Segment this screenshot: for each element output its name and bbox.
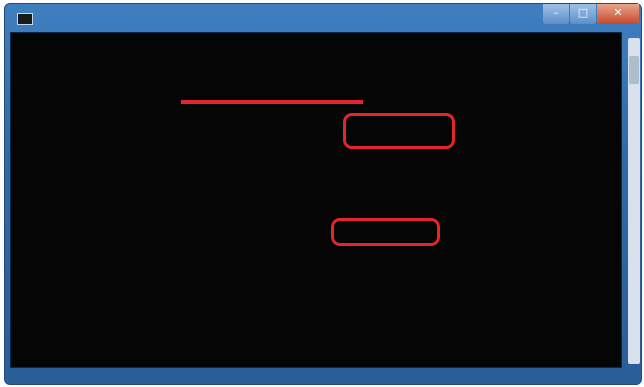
minimize-button[interactable]: – — [543, 4, 569, 24]
maximize-button[interactable]: □ — [570, 4, 596, 24]
vertical-scrollbar[interactable] — [628, 38, 640, 364]
console-output[interactable] — [10, 32, 622, 368]
highlight-underline — [181, 100, 363, 104]
window-controls: – □ ✕ — [542, 4, 639, 26]
window-title — [41, 12, 171, 26]
highlight-box-primary — [343, 113, 455, 149]
close-button[interactable]: ✕ — [597, 4, 639, 24]
scrollbar-thumb[interactable] — [629, 56, 639, 84]
console-app-icon — [17, 13, 33, 25]
highlight-box-secondary — [331, 218, 440, 246]
